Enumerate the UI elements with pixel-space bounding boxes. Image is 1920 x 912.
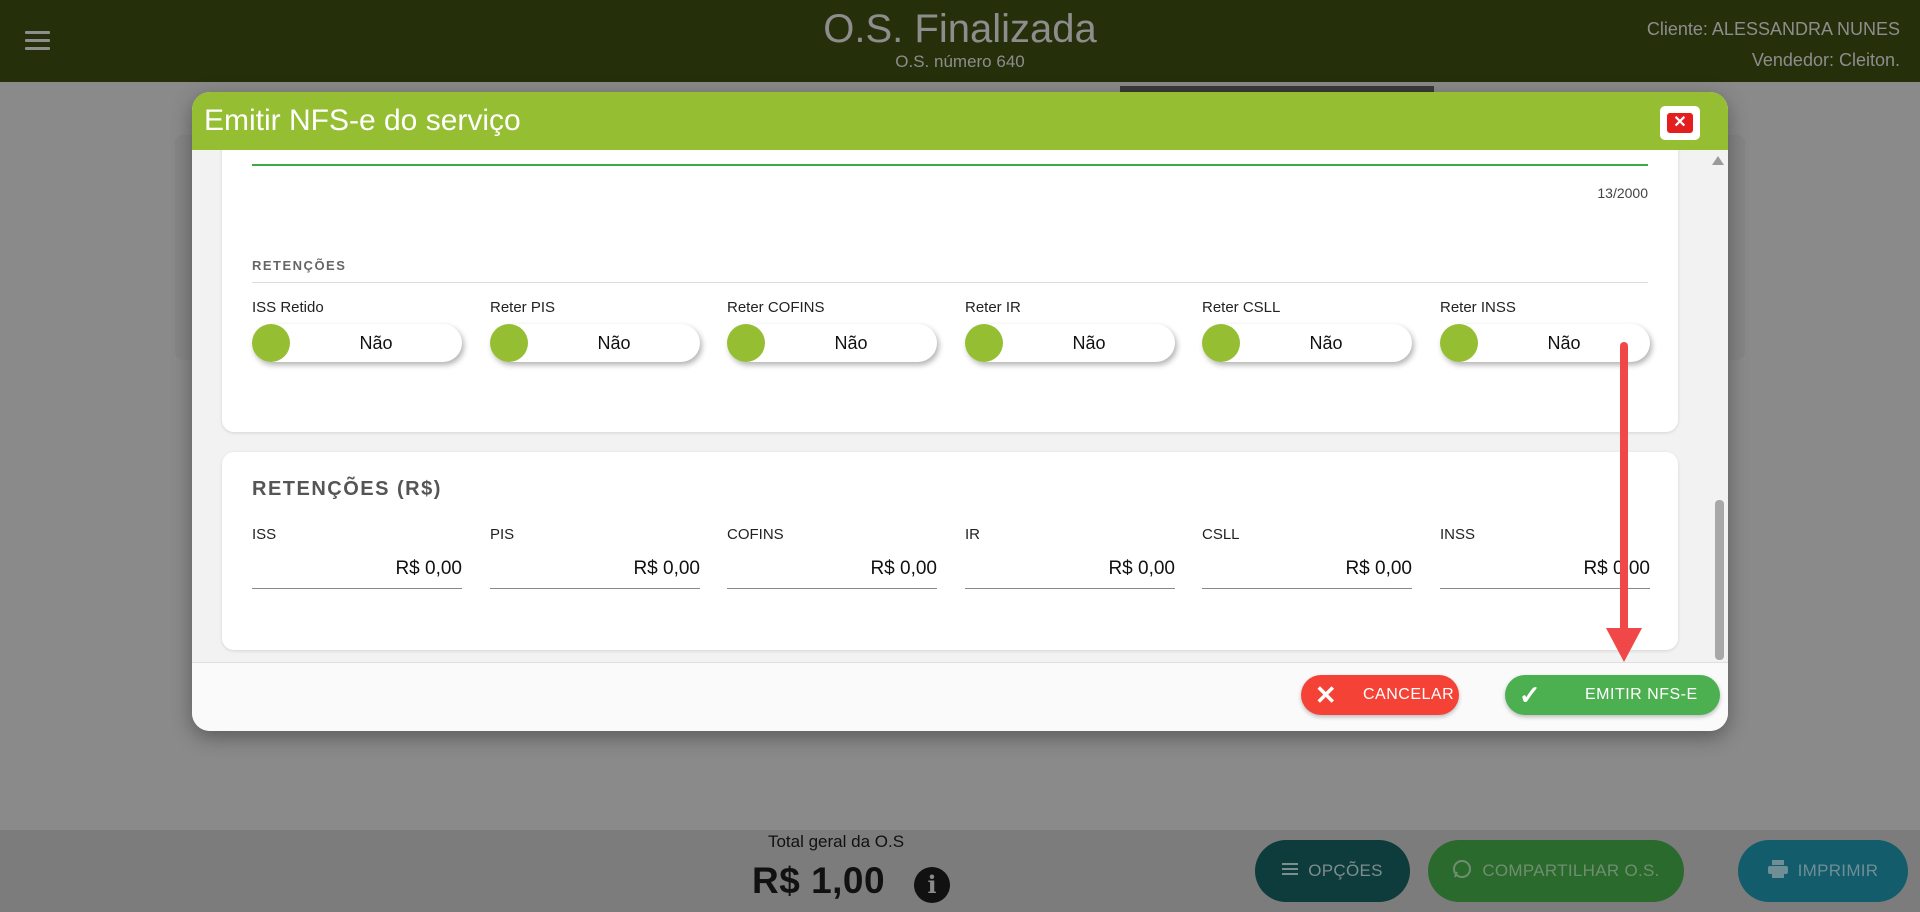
emit-label: EMITIR NFS-E bbox=[1585, 686, 1698, 703]
toggle-value: Não bbox=[597, 333, 631, 353]
toggle-value: Não bbox=[1072, 333, 1106, 353]
divider bbox=[252, 282, 1648, 283]
value-label: IR bbox=[965, 526, 980, 543]
close-button[interactable]: ✕ bbox=[1660, 106, 1700, 140]
value-field[interactable]: R$ 0,00 bbox=[252, 553, 462, 589]
list-icon bbox=[1282, 861, 1299, 881]
scrollbar[interactable] bbox=[1708, 150, 1728, 662]
toggle-switch[interactable]: Não bbox=[965, 324, 1175, 362]
total-label: Total geral da O.S bbox=[767, 832, 905, 851]
modal-title: Emitir NFS-e do serviço bbox=[204, 104, 521, 137]
toggle-switch[interactable]: Não bbox=[490, 324, 700, 362]
page-title: O.S. Finalizada bbox=[823, 7, 1097, 51]
client-name: Cliente: ALESSANDRA NUNES bbox=[1646, 19, 1900, 39]
toggle-switch[interactable]: Não bbox=[1440, 324, 1650, 362]
toggle-value: Não bbox=[834, 333, 868, 353]
toggle-switch[interactable]: Não bbox=[1202, 324, 1412, 362]
cancel-label: CANCELAR bbox=[1363, 686, 1455, 703]
value-label: COFINS bbox=[727, 526, 784, 543]
top-bar: O.S. Finalizada O.S. número 640 Cliente:… bbox=[0, 0, 1920, 82]
toggle-knob bbox=[1440, 324, 1478, 362]
retencoes-values-card: RETENÇÕES (R$) ISS R$ 0,00 PIS R$ 0,00 C… bbox=[222, 452, 1678, 650]
value-label: CSLL bbox=[1202, 526, 1240, 543]
toggle-iss-retido: ISS Retido Não bbox=[252, 299, 462, 362]
value-ir: IR R$ 0,00 bbox=[965, 526, 1175, 589]
value-field[interactable]: R$ 0,00 bbox=[490, 553, 700, 589]
value-label: PIS bbox=[490, 526, 515, 543]
share-os-button[interactable]: COMPARTILHAR O.S. bbox=[1428, 840, 1684, 902]
value-csll: CSLL R$ 0,00 bbox=[1202, 526, 1412, 589]
toggle-label: Reter CSLL bbox=[1202, 299, 1281, 316]
modal-footer: ✕ CANCELAR ✓ EMITIR NFS-E bbox=[192, 662, 1728, 731]
value-iss: ISS R$ 0,00 bbox=[252, 526, 462, 589]
toggle-knob bbox=[727, 324, 765, 362]
toggle-knob bbox=[490, 324, 528, 362]
scroll-up-icon[interactable] bbox=[1712, 156, 1724, 165]
value-field[interactable]: R$ 0,00 bbox=[727, 553, 937, 589]
value-field[interactable]: R$ 0,00 bbox=[1202, 553, 1412, 589]
value-cofins: COFINS R$ 0,00 bbox=[727, 526, 937, 589]
toggle-label: ISS Retido bbox=[252, 299, 324, 316]
page-title-block: O.S. Finalizada O.S. número 640 bbox=[0, 6, 1920, 72]
toggle-reter-csll: Reter CSLL Não bbox=[1202, 299, 1412, 362]
close-icon: ✕ bbox=[1667, 113, 1693, 133]
value-inss: INSS R$ 0,00 bbox=[1440, 526, 1650, 589]
check-icon: ✓ bbox=[1518, 679, 1542, 710]
value-label: INSS bbox=[1440, 526, 1476, 543]
value-field[interactable]: R$ 0,00 bbox=[1440, 553, 1650, 589]
print-label: IMPRIMIR bbox=[1797, 861, 1879, 880]
value-label: ISS bbox=[252, 526, 277, 543]
cancel-button[interactable]: ✕ CANCELAR bbox=[1301, 675, 1459, 715]
toggle-label: Reter PIS bbox=[490, 299, 556, 316]
toggle-reter-pis: Reter PIS Não bbox=[490, 299, 700, 362]
toggle-knob bbox=[965, 324, 1003, 362]
textarea-underline bbox=[252, 164, 1648, 166]
char-counter: 13/2000 bbox=[1597, 185, 1648, 201]
client-info: Cliente: ALESSANDRA NUNES Vendedor: Clei… bbox=[1647, 14, 1900, 76]
whatsapp-icon bbox=[1452, 859, 1472, 884]
toggle-knob bbox=[252, 324, 290, 362]
emit-nfse-button[interactable]: ✓ EMITIR NFS-E bbox=[1505, 675, 1720, 715]
retencoes-card: 13/2000 RETENÇÕES ISS Retido Não Reter P… bbox=[222, 150, 1678, 432]
value-field[interactable]: R$ 0,00 bbox=[965, 553, 1175, 589]
toggle-reter-inss: Reter INSS Não bbox=[1440, 299, 1650, 362]
options-label: OPÇÕES bbox=[1308, 861, 1383, 880]
toggle-switch[interactable]: Não bbox=[727, 324, 937, 362]
scroll-thumb[interactable] bbox=[1715, 500, 1724, 660]
close-icon: ✕ bbox=[1314, 679, 1338, 710]
modal-body[interactable]: 13/2000 RETENÇÕES ISS Retido Não Reter P… bbox=[192, 150, 1728, 662]
seller-name: Vendedor: Cleiton. bbox=[1751, 50, 1900, 70]
total-value: R$ 1,00 bbox=[752, 860, 886, 901]
info-icon[interactable]: i bbox=[914, 867, 950, 903]
toggle-reter-cofins: Reter COFINS Não bbox=[727, 299, 937, 362]
page-subtitle: O.S. número 640 bbox=[895, 52, 1025, 71]
modal-header: Emitir NFS-e do serviço ✕ bbox=[192, 92, 1728, 150]
value-pis: PIS R$ 0,00 bbox=[490, 526, 700, 589]
toggle-label: Reter IR bbox=[965, 299, 1021, 316]
toggle-label: Reter COFINS bbox=[727, 299, 825, 316]
values-heading: RETENÇÕES (R$) bbox=[252, 478, 442, 500]
retencoes-heading: RETENÇÕES bbox=[252, 258, 347, 273]
toggle-knob bbox=[1202, 324, 1240, 362]
options-button[interactable]: OPÇÕES bbox=[1255, 840, 1410, 902]
toggle-value: Não bbox=[359, 333, 393, 353]
toggle-value: Não bbox=[1547, 333, 1581, 353]
toggle-label: Reter INSS bbox=[1440, 299, 1516, 316]
printer-icon bbox=[1767, 859, 1788, 883]
nfse-modal: Emitir NFS-e do serviço ✕ 13/2000 RETENÇ… bbox=[192, 92, 1728, 731]
toggle-value: Não bbox=[1309, 333, 1343, 353]
toggle-switch[interactable]: Não bbox=[252, 324, 462, 362]
print-button[interactable]: IMPRIMIR bbox=[1738, 840, 1908, 902]
toggle-reter-ir: Reter IR Não bbox=[965, 299, 1175, 362]
share-label: COMPARTILHAR O.S. bbox=[1482, 861, 1660, 880]
